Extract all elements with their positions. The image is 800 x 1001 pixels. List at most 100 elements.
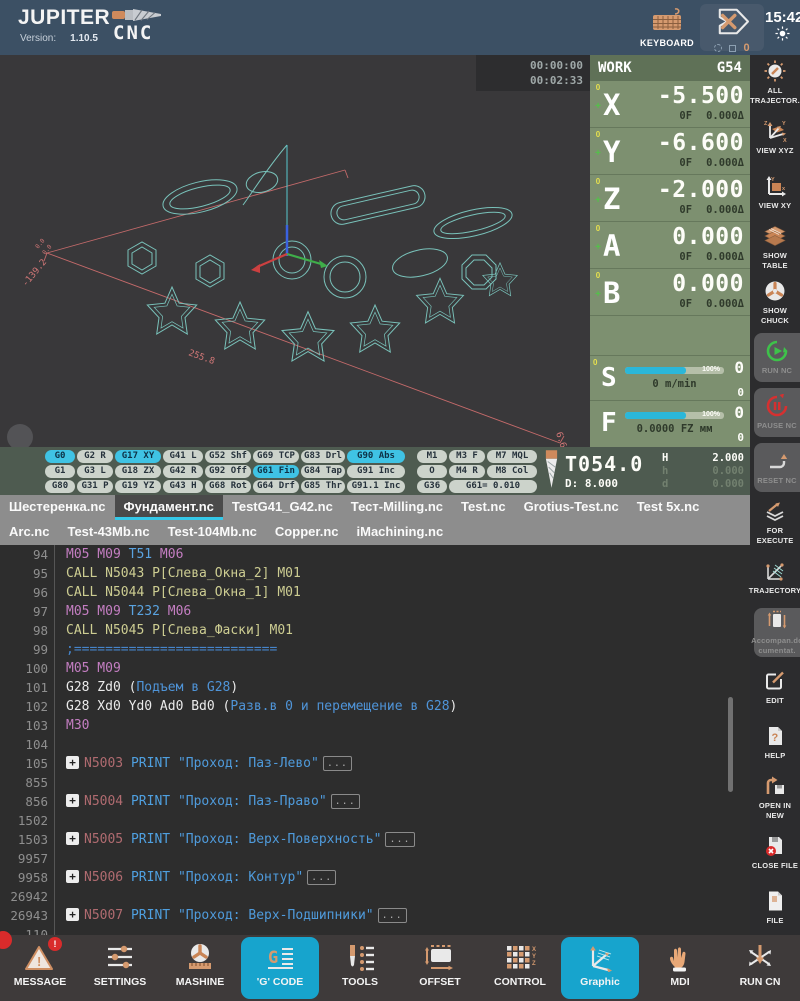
gcode-status-pill: G0 <box>45 450 75 463</box>
file-tab[interactable]: Arc.nc <box>0 520 58 545</box>
keyboard-button[interactable]: KEYBOARD <box>636 7 698 48</box>
nav-control-button[interactable]: XYZCONTROL <box>480 935 560 1001</box>
nav-message-button[interactable]: !MESSAGE! <box>0 935 80 1001</box>
gcode-status-pill: G18 ZX <box>115 465 161 478</box>
code-line[interactable]: 97M05 M09 T232 M06 <box>0 602 750 621</box>
code-line[interactable]: 103M30 <box>0 716 750 735</box>
fold-toggle[interactable]: + <box>66 908 79 921</box>
feed-row[interactable]: F 100% 0.0000 FZ мм 0 0 <box>590 400 750 445</box>
sidebar-show-chuck-button[interactable]: SHOW CHUCK <box>750 275 800 330</box>
nav-settings-button[interactable]: SETTINGS <box>80 935 160 1001</box>
sidebar-file-button[interactable]: FILE <box>750 880 800 935</box>
code-line[interactable]: 98CALL N5045 P[Слева_Фаски] M01 <box>0 621 750 640</box>
fold-toggle[interactable]: + <box>66 870 79 883</box>
code-line[interactable]: 102G28 Xd0 Yd0 Ad0 Bd0 (Разв.в 0 и перем… <box>0 697 750 716</box>
logo-cnc: CNC <box>113 22 153 44</box>
fold-toggle[interactable]: + <box>66 832 79 845</box>
code-line[interactable]: 96CALL N5044 P[Слева_Окна_1] M01 <box>0 583 750 602</box>
nav-g-code-button[interactable]: G'G' CODE <box>241 937 319 999</box>
fold-toggle[interactable]: + <box>66 756 79 769</box>
file-tab[interactable]: Test 5x.nc <box>628 495 709 520</box>
code-line[interactable]: 1502 <box>0 811 750 830</box>
collapsed-code-box[interactable]: ... <box>307 870 336 885</box>
gcode-status-pill: G31 P <box>77 480 113 493</box>
axis-zero-flag: 0 <box>596 83 600 92</box>
gcode-status-pill: M3 F <box>449 450 485 463</box>
sidebar-show-table-button[interactable]: SHOW TABLE <box>750 220 800 275</box>
toolpath-viewport[interactable]: 00:00:00 00:02:33 -139.2 255.8 6.6 0.0 0… <box>0 55 590 447</box>
collapsed-code-box[interactable]: ... <box>385 832 414 847</box>
spindle-override-bar[interactable]: 100% <box>625 367 724 374</box>
sidebar-open-in-new-button[interactable]: OPEN IN NEW <box>750 770 800 825</box>
file-tab[interactable]: Фундамент.nc <box>115 495 223 520</box>
show-table-icon <box>763 224 787 248</box>
axis-row-y[interactable]: 0+Y-6.6000F0.000Δ <box>590 128 750 175</box>
file-tab[interactable]: Copper.nc <box>266 520 348 545</box>
code-line[interactable]: 94M05 M09 T51 M06 <box>0 545 750 564</box>
file-tab[interactable]: Test-104Mb.nc <box>159 520 266 545</box>
sidebar-for-execute-button[interactable]: FOR EXECUTE <box>750 495 800 550</box>
nav-tools-button[interactable]: TOOLS <box>320 935 400 1001</box>
code-line[interactable]: 95CALL N5043 P[Слева_Окна_2] M01 <box>0 564 750 583</box>
code-line[interactable]: 105+N5003 PRINT "Проход: Паз-Лево"... <box>0 754 750 773</box>
file-tab[interactable]: Test-43Mb.nc <box>58 520 158 545</box>
file-tab[interactable]: Шестеренка.nc <box>0 495 115 520</box>
version-value: 1.10.5 <box>70 33 98 44</box>
fold-toggle[interactable]: + <box>66 794 79 807</box>
code-line[interactable]: 100M05 M09 <box>0 659 750 678</box>
nav-offset-button[interactable]: OFFSET <box>400 935 480 1001</box>
brightness-icon[interactable] <box>775 28 790 45</box>
code-line[interactable]: 101G28 Zd0 (Подъем в G28) <box>0 678 750 697</box>
nav-machine-button[interactable]: MASHINE <box>160 935 240 1001</box>
code-line[interactable]: 9958+N5006 PRINT "Проход: Контур"... <box>0 868 750 887</box>
sidebar-item-label: TRAJECTORY <box>749 586 800 596</box>
nav-graphic-button[interactable]: Graphic <box>561 937 639 999</box>
sidebar-reset-nc-button[interactable]: RESET NC <box>754 443 800 492</box>
code-line[interactable]: 1503+N5005 PRINT "Проход: Верх-Поверхнос… <box>0 830 750 849</box>
gcode-status-pill: G91 Inc <box>347 465 405 478</box>
collapsed-code-box[interactable]: ... <box>323 756 352 771</box>
wcs-label[interactable]: G54 <box>717 60 742 76</box>
file-tab[interactable]: Тест-Milling.nc <box>342 495 452 520</box>
sidebar-run-nc-button[interactable]: RUN NC <box>754 333 800 382</box>
nav-run-cn-button[interactable]: RUN CN <box>720 935 800 1001</box>
sidebar-edit-button[interactable]: EDIT <box>750 660 800 715</box>
code-line[interactable]: 26942 <box>0 887 750 906</box>
file-tab[interactable]: TestG41_G42.nc <box>223 495 342 520</box>
editor-scrollbar[interactable] <box>728 697 733 792</box>
sidebar-close-file-button[interactable]: CLOSE FILE <box>750 825 800 880</box>
sidebar-view-xyz-button[interactable]: ZYXVIEW XYZ <box>750 110 800 165</box>
file-tab[interactable]: Grotius-Test.nc <box>515 495 628 520</box>
sidebar-item-label: EDIT <box>766 696 784 706</box>
feed-override-bar[interactable]: 100% <box>625 412 724 419</box>
code-line[interactable]: 99;========================== <box>0 640 750 659</box>
code-line[interactable]: 104 <box>0 735 750 754</box>
collapsed-code-box[interactable]: ... <box>331 794 360 809</box>
sidebar-trajectory-button[interactable]: TRAJECTORY <box>750 550 800 605</box>
sidebar-all-trajectories-button[interactable]: ALL TRAJECTOR. <box>750 55 800 110</box>
code-line[interactable]: 856+N5004 PRINT "Проход: Паз-Право"... <box>0 792 750 811</box>
code-line[interactable]: 855 <box>0 773 750 792</box>
stop-button[interactable]: 0 <box>700 4 764 51</box>
sidebar-accompanying-documentation-button[interactable]: Accompan.do cumentat. <box>754 608 800 657</box>
axis-row-x[interactable]: 0+X-5.5000F0.000Δ <box>590 81 750 128</box>
sidebar-view-xy-button[interactable]: YxVIEW XY <box>750 165 800 220</box>
nav-item-label: RUN CN <box>740 976 781 988</box>
axis-row-a[interactable]: 0+A0.0000F0.000Δ <box>590 222 750 269</box>
code-line[interactable]: 110 <box>0 925 750 935</box>
collapsed-code-box[interactable]: ... <box>378 908 407 923</box>
file-tab[interactable]: Test.nc <box>452 495 515 520</box>
axis-row-b[interactable]: 0+B0.0000F0.000Δ <box>590 269 750 316</box>
gcode-editor[interactable]: 94M05 M09 T51 M0695CALL N5043 P[Слева_Ок… <box>0 545 750 935</box>
spindle-row[interactable]: 0 S 100% 0 m/min 0 0 <box>590 355 750 400</box>
code-line[interactable]: 26943+N5007 PRINT "Проход: Верх-Подшипни… <box>0 906 750 925</box>
nav-mdi-button[interactable]: MDI <box>640 935 720 1001</box>
axis-row-z[interactable]: 0+Z-2.0000F0.000Δ <box>590 175 750 222</box>
file-tab[interactable]: iMachining.nc <box>348 520 453 545</box>
active-tool-panel[interactable]: T054.0 D: 8.000 H2.000h0.000d0.000 <box>540 447 750 495</box>
sidebar-help-button[interactable]: ?HELP <box>750 715 800 770</box>
code-line[interactable]: 9957 <box>0 849 750 868</box>
axis-value: 0.000 <box>631 224 744 250</box>
gcode-status-pill: G69 TCP <box>253 450 299 463</box>
sidebar-pause-nc-button[interactable]: PAUSE NC <box>754 388 800 437</box>
